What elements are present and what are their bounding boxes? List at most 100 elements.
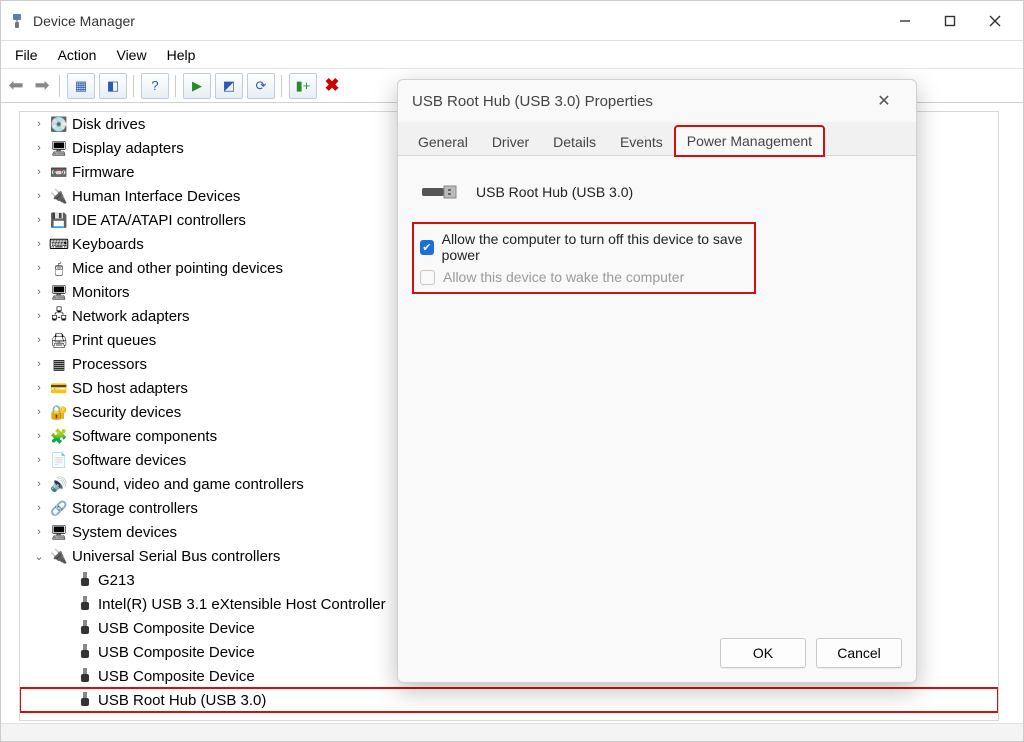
usb-device-icon	[74, 572, 96, 588]
minimize-button[interactable]	[882, 5, 927, 37]
maximize-button[interactable]	[927, 5, 972, 37]
tab-strip: General Driver Details Events Power Mana…	[398, 122, 916, 156]
device-category-icon: ▦	[48, 356, 70, 373]
chevron-right-icon: ›	[32, 238, 48, 250]
device-category-icon: 🖥	[48, 524, 70, 541]
show-hidden-button[interactable]: ▦	[67, 73, 95, 99]
close-button[interactable]	[972, 5, 1017, 37]
tree-label: Network adapters	[70, 308, 190, 325]
device-category-icon: 🧩	[48, 428, 70, 445]
chevron-right-icon: ›	[32, 166, 48, 178]
dialog-close-button[interactable]: ✕	[866, 86, 902, 116]
menu-action[interactable]: Action	[48, 44, 107, 66]
tree-label: Monitors	[70, 284, 130, 301]
properties-dialog: USB Root Hub (USB 3.0) Properties ✕ Gene…	[397, 79, 917, 683]
app-icon	[7, 11, 27, 31]
chevron-right-icon: ›	[32, 310, 48, 322]
device-category-icon: 🖥	[48, 284, 70, 301]
power-options-group: ✔ Allow the computer to turn off this de…	[414, 224, 754, 292]
titlebar: Device Manager	[1, 1, 1023, 41]
menu-help[interactable]: Help	[157, 44, 206, 66]
tree-label: Print queues	[70, 332, 156, 349]
chevron-right-icon: ›	[32, 430, 48, 442]
device-category-icon: 📄	[48, 452, 70, 469]
device-category-icon: 💽	[48, 116, 70, 133]
tree-label: USB Composite Device	[96, 620, 255, 637]
device-category-icon: 🖨	[48, 332, 70, 349]
tab-general[interactable]: General	[406, 127, 480, 156]
tree-label: Mice and other pointing devices	[70, 260, 283, 277]
chevron-right-icon: ›	[32, 478, 48, 490]
chevron-right-icon: ›	[32, 286, 48, 298]
checkbox-unchecked-icon	[420, 270, 435, 285]
tree-label: Processors	[70, 356, 147, 373]
tree-label: System devices	[70, 524, 177, 541]
tree-label: Storage controllers	[70, 500, 198, 517]
refresh-button[interactable]: ⟳	[247, 73, 275, 99]
uninstall-button[interactable]: ✖	[321, 73, 343, 99]
properties-button[interactable]: ◧	[99, 73, 127, 99]
tree-label: Security devices	[70, 404, 181, 421]
tree-label: Universal Serial Bus controllers	[70, 548, 280, 565]
help-button[interactable]: ?	[141, 73, 169, 99]
chevron-right-icon: ›	[32, 190, 48, 202]
tree-label: Human Interface Devices	[70, 188, 240, 205]
device-category-icon: ⌨	[48, 236, 70, 253]
add-legacy-button[interactable]: ▮+	[289, 73, 317, 99]
tree-label: Software components	[70, 428, 217, 445]
ok-button[interactable]: OK	[720, 638, 806, 668]
usb-plug-icon	[420, 178, 462, 206]
tab-driver[interactable]: Driver	[480, 127, 541, 156]
tree-label: Firmware	[70, 164, 135, 181]
tree-label: Keyboards	[70, 236, 144, 253]
tree-label: SD host adapters	[70, 380, 188, 397]
forward-button[interactable]: ➡	[31, 73, 53, 99]
chevron-right-icon: ›	[32, 454, 48, 466]
menu-file[interactable]: File	[5, 44, 48, 66]
device-category-icon: 🔐	[48, 404, 70, 421]
window-title: Device Manager	[33, 13, 135, 29]
menu-view[interactable]: View	[106, 44, 156, 66]
chevron-right-icon: ›	[32, 142, 48, 154]
tree-child-node[interactable]: USB Root Hub (USB 3.0)	[20, 688, 998, 712]
chevron-right-icon: ›	[32, 334, 48, 346]
tab-details[interactable]: Details	[541, 127, 608, 156]
tree-label: Disk drives	[70, 116, 145, 133]
usb-device-icon	[74, 668, 96, 684]
dialog-title: USB Root Hub (USB 3.0) Properties	[412, 93, 653, 110]
device-category-icon: 💾	[48, 212, 70, 229]
update-driver-button[interactable]: ◩	[215, 73, 243, 99]
tree-label: USB Root Hub (USB 3.0)	[96, 692, 266, 709]
usb-device-icon	[74, 644, 96, 660]
device-category-icon: 🖥	[48, 140, 70, 157]
horizontal-scrollbar[interactable]	[1, 723, 1023, 741]
tree-label: Software devices	[70, 452, 186, 469]
tree-label: Sound, video and game controllers	[70, 476, 304, 493]
allow-wake-option: Allow this device to wake the computer	[420, 266, 748, 288]
scan-button[interactable]: ▶	[183, 73, 211, 99]
option-label: Allow this device to wake the computer	[443, 269, 684, 285]
option-label: Allow the computer to turn off this devi…	[442, 231, 748, 263]
chevron-down-icon: ⌄	[32, 550, 48, 563]
back-button[interactable]: ⬅	[5, 73, 27, 99]
device-category-icon: 📼	[48, 164, 70, 181]
chevron-right-icon: ›	[32, 382, 48, 394]
tab-power-management[interactable]: Power Management	[675, 126, 824, 156]
chevron-right-icon: ›	[32, 214, 48, 226]
checkbox-checked-icon[interactable]: ✔	[420, 240, 434, 255]
tree-label: Display adapters	[70, 140, 184, 157]
cancel-button[interactable]: Cancel	[816, 638, 902, 668]
tree-label: IDE ATA/ATAPI controllers	[70, 212, 246, 229]
device-category-icon: 🔊	[48, 476, 70, 493]
device-name-label: USB Root Hub (USB 3.0)	[476, 184, 633, 200]
device-category-icon: 💳	[48, 380, 70, 397]
tree-label: USB Composite Device	[96, 668, 255, 685]
allow-turn-off-option[interactable]: ✔ Allow the computer to turn off this de…	[420, 228, 748, 266]
tree-label: Intel(R) USB 3.1 eXtensible Host Control…	[96, 596, 386, 613]
device-category-icon: 🔌	[48, 188, 70, 205]
chevron-right-icon: ›	[32, 502, 48, 514]
tree-label: USB Composite Device	[96, 644, 255, 661]
usb-device-icon	[74, 692, 96, 708]
tab-events[interactable]: Events	[608, 127, 675, 156]
device-category-icon: 🖱	[48, 260, 70, 277]
